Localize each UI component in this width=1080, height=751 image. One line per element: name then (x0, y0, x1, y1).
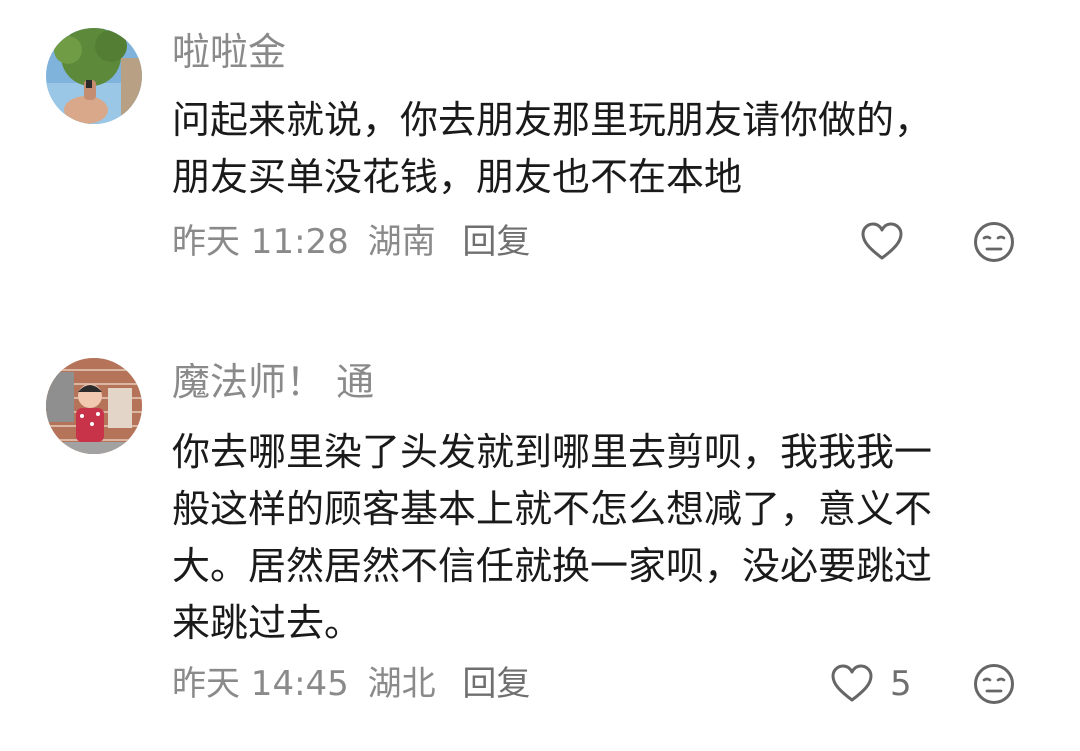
reply-button[interactable]: 回复 (462, 664, 530, 704)
neutral-face-icon[interactable] (973, 663, 1015, 705)
heart-outline-icon[interactable] (860, 220, 904, 264)
avatar[interactable] (46, 28, 142, 124)
reply-button[interactable]: 回复 (462, 222, 530, 262)
comment-text: 问起来就说，你去朋友那里玩朋友请你做的， 朋友买单没花钱，朋友也不在本地 (172, 92, 1042, 206)
comment-text-line: 来跳过去。 (172, 601, 363, 645)
comment-meta: 昨天 11:28 湖南 回复 (172, 220, 538, 264)
comment-location: 湖南 (367, 222, 436, 262)
comment-time: 昨天 14:45 (172, 664, 349, 704)
comment-text-line: 大。居然居然不信任就换一家呗，没必要跳过 (172, 544, 933, 588)
avatar[interactable] (46, 358, 142, 454)
comment-meta: 昨天 14:45 湖北 回复 (172, 662, 538, 706)
comment-text-line: 般这样的顾客基本上就不怎么想减了，意义不 (172, 487, 933, 531)
comment-text-line: 问起来就说，你去朋友那里玩朋友请你做的， (172, 98, 933, 142)
heart-outline-icon[interactable] (830, 662, 874, 706)
comment-text-line: 你去哪里染了头发就到哪里去剪呗，我我我一 (172, 430, 933, 474)
comment-item: 啦啦金 问起来就说，你去朋友那里玩朋友请你做的， 朋友买单没花钱，朋友也不在本地… (0, 0, 1080, 300)
comment-time: 昨天 11:28 (172, 222, 349, 262)
comment-text-line: 朋友买单没花钱，朋友也不在本地 (172, 155, 743, 199)
username[interactable]: 魔法师！ 通 (172, 358, 374, 406)
comment-location: 湖北 (367, 664, 436, 704)
neutral-face-icon[interactable] (973, 221, 1015, 263)
comment-item: 魔法师！ 通 你去哪里染了头发就到哪里去剪呗，我我我一 般这样的顾客基本上就不怎… (0, 330, 1080, 751)
username[interactable]: 啦啦金 (172, 28, 286, 76)
comment-text: 你去哪里染了头发就到哪里去剪呗，我我我一 般这样的顾客基本上就不怎么想减了，意义… (172, 424, 1042, 652)
like-count: 5 (890, 664, 912, 704)
